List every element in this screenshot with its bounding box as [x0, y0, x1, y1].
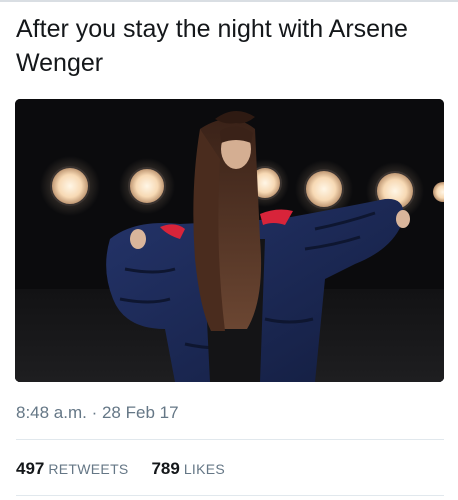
divider [16, 439, 444, 440]
retweets-label: RETWEETS [48, 461, 129, 477]
tweet-text: After you stay the night with Arsene Wen… [16, 15, 408, 77]
likes-stat[interactable]: 789 LIKES [151, 459, 226, 478]
media-photo [15, 99, 444, 382]
likes-label: LIKES [183, 461, 226, 477]
tweet-stats: 497 RETWEETS 789 LIKES [16, 458, 225, 481]
likes-count: 789 [151, 459, 180, 478]
retweets-stat[interactable]: 497 RETWEETS [16, 459, 133, 478]
tweet-media-image[interactable] [15, 99, 444, 382]
tweet-timestamp[interactable]: 8:48 a.m. · 28 Feb 17 [16, 402, 179, 424]
divider [16, 495, 444, 496]
top-divider [0, 0, 458, 2]
retweets-count: 497 [16, 459, 45, 478]
